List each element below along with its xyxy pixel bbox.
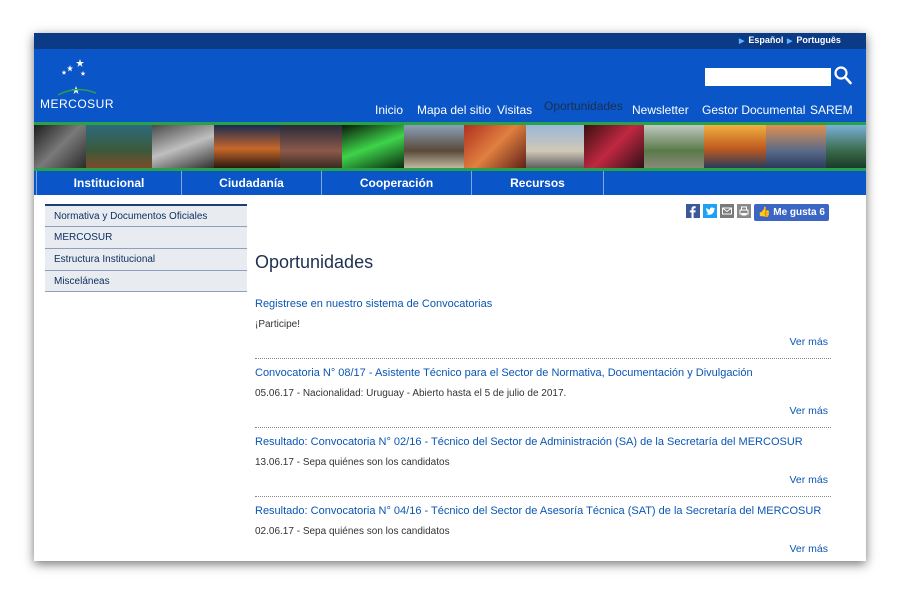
section-tab-cooperacion[interactable]: Cooperación [322, 171, 472, 195]
sidebar-item-estructura[interactable]: Estructura Institucional [45, 248, 247, 270]
banner-photo [464, 125, 526, 168]
facebook-like-button[interactable]: 👍 Me gusta 6 [754, 204, 829, 221]
lang-label: Español [748, 35, 784, 45]
nav-visitas[interactable]: Visitas [497, 103, 532, 117]
entry-description: 13.06.17 - Sepa quiénes son los candidat… [255, 457, 450, 468]
photo-banner [34, 125, 866, 168]
entry-title-link[interactable]: Registrese en nuestro sistema de Convoca… [255, 298, 831, 310]
banner-photo [526, 125, 584, 168]
list-item: Registrese en nuestro sistema de Convoca… [255, 298, 831, 348]
triangle-icon: ▶ [787, 38, 793, 45]
banner-photo [766, 125, 826, 168]
nav-oportunidades[interactable]: Oportunidades [544, 99, 623, 113]
triangle-icon: ▶ [739, 38, 745, 45]
browser-page: ▶ Español ▶ Português MERCOSUR Inicio Mapa… [34, 33, 866, 561]
lang-label: Português [796, 35, 841, 45]
like-label: Me gusta [773, 207, 817, 218]
entry-title-link[interactable]: Convocatoria N° 08/17 - Asistente Técnic… [255, 367, 831, 379]
section-tab-recursos[interactable]: Recursos [472, 171, 604, 195]
section-nav: Institucional Ciudadanía Cooperación Rec… [34, 171, 866, 195]
nav-sarem[interactable]: SAREM [810, 103, 853, 117]
lang-link-portugues[interactable]: ▶ Português [787, 35, 841, 45]
southern-cross-stars-icon [57, 59, 96, 96]
banner-photo [584, 125, 644, 168]
list-item: Resultado: Convocatoria N° 04/16 - Técni… [255, 505, 831, 555]
nav-newsletter[interactable]: Newsletter [632, 103, 689, 117]
sidebar-item-miscelaneas[interactable]: Misceláneas [45, 270, 247, 292]
banner-photo [34, 125, 86, 168]
twitter-icon[interactable] [703, 204, 717, 218]
list-item: Convocatoria N° 08/17 - Asistente Técnic… [255, 367, 831, 417]
ver-mas-link[interactable]: Ver más [789, 405, 828, 417]
banner-photo [342, 125, 404, 168]
banner-photo [826, 125, 866, 168]
list-item: Resultado: Convocatoria N° 02/16 - Técni… [255, 436, 831, 486]
entry-description: 05.06.17 - Nacionalidad: Uruguay - Abier… [255, 388, 567, 399]
nav-inicio[interactable]: Inicio [375, 103, 403, 117]
logo-text[interactable]: MERCOSUR [40, 97, 114, 111]
search-input[interactable] [705, 68, 831, 86]
email-icon[interactable] [720, 204, 734, 218]
top-bar: ▶ Español ▶ Português [34, 33, 866, 49]
search-icon[interactable] [834, 65, 852, 85]
banner-photo [152, 125, 214, 168]
divider [255, 358, 831, 359]
nav-gestor-documental[interactable]: Gestor Documental [702, 103, 805, 117]
page-title: Oportunidades [255, 252, 374, 272]
banner-photo [404, 125, 464, 168]
entry-title-link[interactable]: Resultado: Convocatoria N° 04/16 - Técni… [255, 505, 831, 517]
site-header: MERCOSUR Inicio Mapa del sitio Visitas O… [34, 49, 866, 123]
ver-mas-link[interactable]: Ver más [789, 543, 828, 555]
print-icon[interactable] [737, 204, 751, 218]
banner-photo [704, 125, 766, 168]
thumbs-up-icon: 👍 [758, 207, 771, 218]
section-tab-ciudadania[interactable]: Ciudadanía [182, 171, 322, 195]
banner-photo [644, 125, 704, 168]
entry-title-link[interactable]: Resultado: Convocatoria N° 02/16 - Técni… [255, 436, 831, 448]
divider [255, 427, 831, 428]
nav-mapa-del-sitio[interactable]: Mapa del sitio [417, 103, 491, 117]
sidebar-item-normativa[interactable]: Normativa y Documentos Oficiales [45, 204, 247, 226]
sidebar-item-mercosur[interactable]: MERCOSUR [45, 226, 247, 248]
banner-photo [214, 125, 280, 168]
facebook-icon[interactable] [686, 204, 700, 218]
entry-description: 02.06.17 - Sepa quiénes son los candidat… [255, 526, 450, 537]
divider [255, 496, 831, 497]
ver-mas-link[interactable]: Ver más [789, 474, 828, 486]
entry-description: ¡Participe! [255, 319, 301, 330]
lang-link-espanol[interactable]: ▶ Español [739, 35, 783, 45]
ver-mas-link[interactable]: Ver más [789, 336, 828, 348]
section-tab-institucional[interactable]: Institucional [36, 171, 182, 195]
like-count: 6 [819, 207, 825, 218]
banner-photo [280, 125, 342, 168]
banner-photo [86, 125, 152, 168]
sidebar-menu: Normativa y Documentos Oficiales MERCOSU… [45, 204, 247, 292]
